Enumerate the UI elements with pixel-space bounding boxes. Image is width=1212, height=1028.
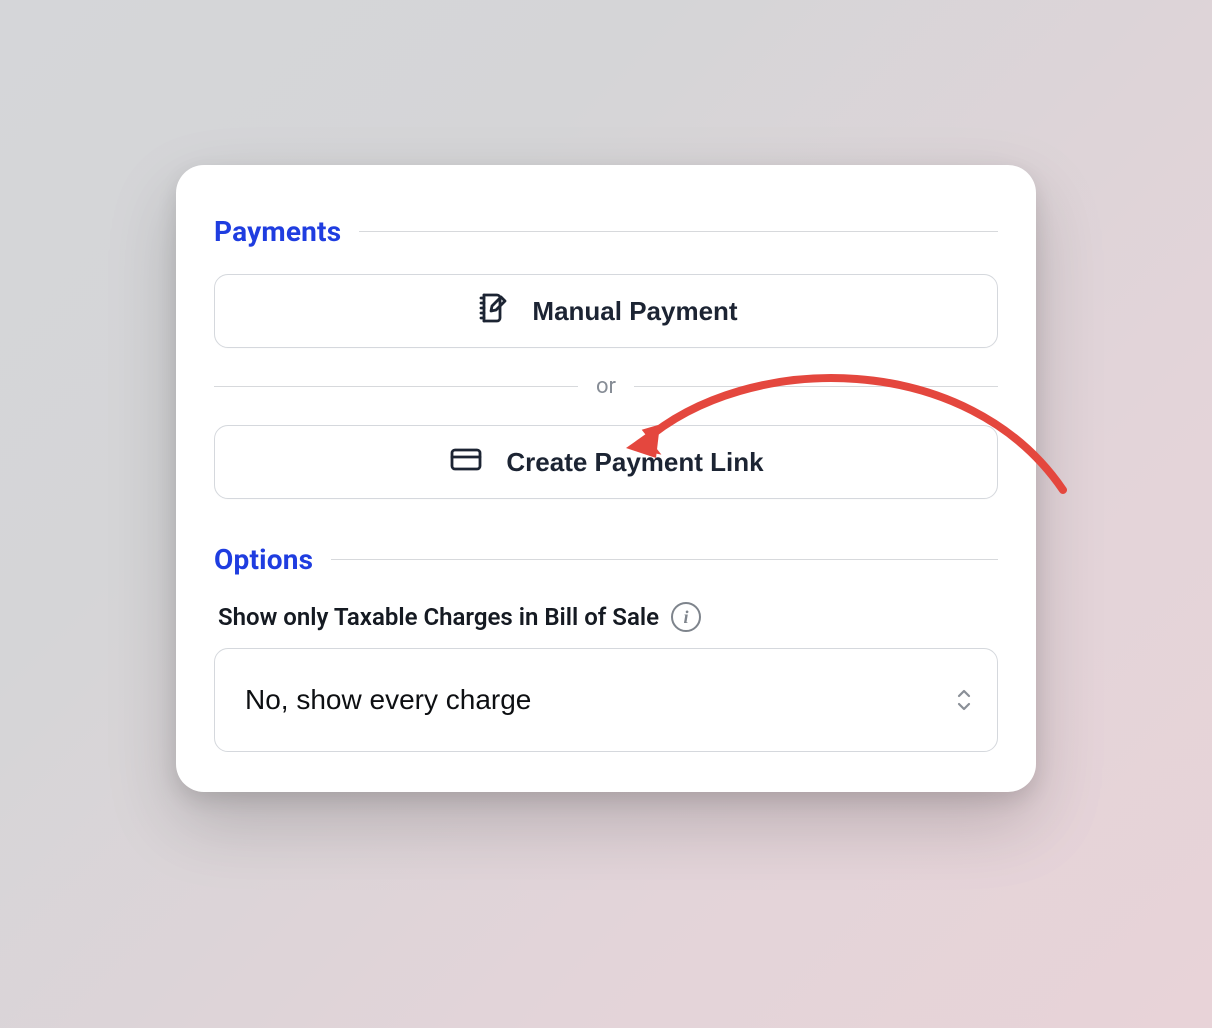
payments-section-title: Payments: [214, 215, 341, 248]
create-payment-link-button[interactable]: Create Payment Link: [214, 425, 998, 499]
credit-card-icon: [448, 441, 484, 484]
taxable-charges-select[interactable]: No, show every charge: [214, 648, 998, 752]
or-label: or: [596, 374, 616, 399]
divider: [634, 386, 998, 387]
divider: [214, 386, 578, 387]
taxable-charges-select-wrap: No, show every charge: [214, 648, 998, 752]
payments-card: Payments Manual Payment or Create Paymen…: [176, 165, 1036, 792]
create-payment-link-button-label: Create Payment Link: [506, 447, 763, 478]
info-icon[interactable]: i: [671, 602, 701, 632]
manual-payment-button[interactable]: Manual Payment: [214, 274, 998, 348]
options-section-header: Options: [214, 543, 998, 576]
taxable-charges-label-row: Show only Taxable Charges in Bill of Sal…: [218, 602, 998, 632]
taxable-charges-label: Show only Taxable Charges in Bill of Sal…: [218, 603, 659, 631]
divider: [331, 559, 998, 560]
note-edit-icon: [474, 290, 510, 333]
options-section: Options Show only Taxable Charges in Bil…: [214, 543, 998, 752]
options-section-title: Options: [214, 543, 313, 576]
divider: [359, 231, 998, 232]
taxable-charges-select-value: No, show every charge: [245, 684, 531, 716]
manual-payment-button-label: Manual Payment: [532, 296, 737, 327]
or-divider: or: [214, 374, 998, 399]
payments-section-header: Payments: [214, 215, 998, 248]
